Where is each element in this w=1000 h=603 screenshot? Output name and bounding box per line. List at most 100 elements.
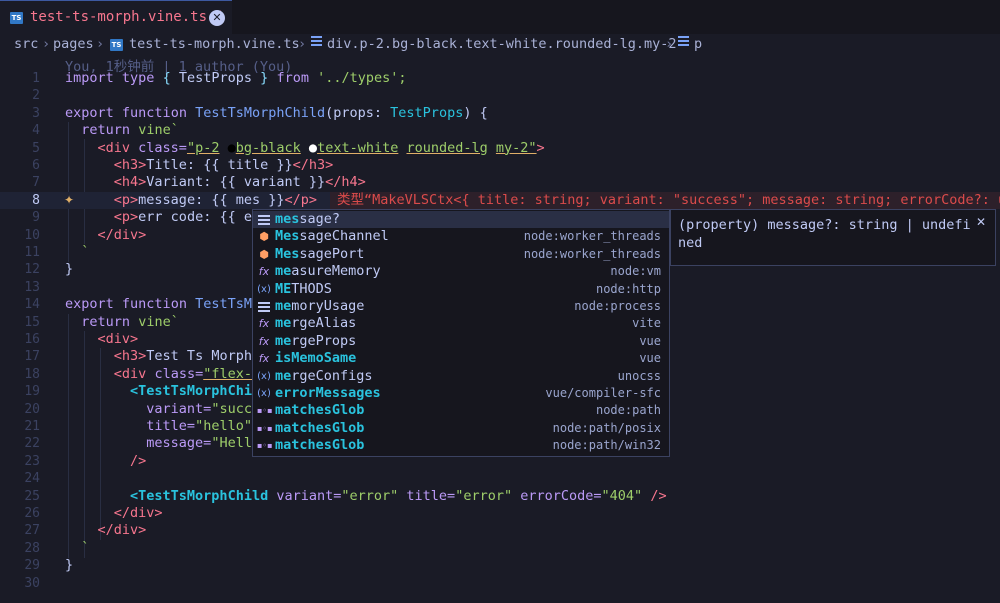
breadcrumb: src › pages › TS test-ts-morph.vine.ts ›… — [0, 35, 1000, 55]
code-text: <div class="p-2 ●bg-black ●text-white ro… — [97, 139, 545, 156]
suggestion-item[interactable]: message? — [253, 211, 669, 229]
code-text: import type { TestProps } from '../types… — [65, 70, 407, 86]
suggestion-item[interactable]: (x) errorMessages vue/compiler-sfc — [253, 385, 669, 402]
chevron-right-icon: › — [298, 36, 307, 52]
suggestion-label: measureMemory — [275, 263, 381, 280]
code-text: <h3>Title: {{ title }}</h3> — [113, 157, 334, 173]
chevron-right-icon: › — [665, 36, 674, 52]
suggestion-item[interactable]: fx isMemoSame vue — [253, 350, 669, 367]
code-line[interactable]: 28 ` — [0, 540, 1000, 557]
suggestion-source: node:path/win32 — [552, 438, 661, 453]
line-number: 14 — [24, 297, 40, 313]
line-number: 13 — [24, 279, 40, 295]
breadcrumb-div[interactable]: div.p-2.bg-black.text-white.rounded-lg.m… — [327, 36, 677, 52]
code-line[interactable]: 1 import type { TestProps } from '../typ… — [0, 70, 1000, 87]
code-line[interactable]: 3 export function TestTsMorphChild(props… — [0, 105, 1000, 122]
line-number: 3 — [32, 105, 40, 121]
suggestion-item[interactable]: ▪◦▪ matchesGlob node:path/win32 — [253, 437, 669, 454]
typescript-file-icon: TS — [10, 12, 23, 24]
line-number: 30 — [24, 575, 40, 591]
suggestion-item[interactable]: fx measureMemory node:vm — [253, 263, 669, 280]
suggestion-item[interactable]: ⬢ MessageChannel node:worker_threads — [253, 228, 669, 245]
close-icon[interactable]: ✕ — [976, 216, 988, 228]
suggestion-source: node:worker_threads — [523, 246, 661, 261]
line-number: 5 — [32, 140, 40, 156]
breadcrumb-file[interactable]: test-ts-morph.vine.ts — [129, 36, 300, 52]
code-text: <p>err code: {{ er — [113, 209, 261, 226]
suggestion-label: mergeProps — [275, 332, 357, 349]
code-text: } — [65, 261, 74, 278]
line-number: 11 — [24, 245, 40, 260]
breadcrumb-pages[interactable]: pages — [53, 36, 94, 52]
line-number: 15 — [24, 314, 40, 330]
code-text: </div> — [97, 522, 147, 539]
suggestion-item[interactable]: fx mergeAlias vite — [253, 315, 669, 332]
line-number: 23 — [24, 453, 40, 469]
code-line[interactable]: 7 <h4>Variant: {{ variant }}</h4> — [0, 174, 1000, 191]
lightbulb-icon[interactable]: ✦ — [64, 193, 74, 207]
line-number: 21 — [24, 419, 40, 434]
suggestion-item[interactable]: ▪◦▪ matchesGlob node:path — [253, 402, 669, 419]
code-line[interactable]: 24 — [0, 470, 1000, 487]
code-text: variant="succe — [146, 400, 261, 417]
suggestion-source: vue/compiler-sfc — [545, 386, 661, 400]
line-number: 26 — [24, 506, 40, 521]
suggestion-label: MessageChannel — [275, 228, 389, 245]
code-text: <p>message: {{ mes }}</p> — [113, 191, 317, 208]
code-text: ` — [81, 539, 90, 556]
symbol-field-icon — [678, 36, 689, 47]
suggestion-label: matchesGlob — [275, 402, 365, 419]
suggestion-source: node:vm — [610, 264, 661, 279]
code-line[interactable]: 29 } — [0, 557, 1000, 574]
code-text: export function TestTsMo — [65, 296, 261, 313]
suggestion-item[interactable]: memoryUsage node:process — [253, 298, 669, 315]
code-text: return vine` — [81, 122, 179, 139]
suggestion-source: node:http — [595, 281, 661, 296]
suggestion-source: unocss — [617, 368, 661, 383]
suggestion-item[interactable]: ▪◦▪ matchesGlob node:path/posix — [253, 420, 669, 437]
code-line[interactable]: 26 </div> — [0, 505, 1000, 522]
line-number: 1 — [32, 71, 40, 86]
code-line[interactable]: 4 return vine` — [0, 122, 1000, 139]
code-line[interactable]: 30 — [0, 575, 1000, 592]
line-number: 8 — [32, 192, 40, 208]
code-text: <h3>Test Ts Morph< — [113, 348, 261, 365]
code-text: return vine` — [81, 313, 179, 330]
suggestion-item[interactable]: (x) METHODS node:http — [253, 281, 669, 298]
code-line[interactable]: 6 <h3>Title: {{ title }}</h3> — [0, 157, 1000, 174]
function-icon: fx — [258, 352, 270, 366]
line-number: 10 — [24, 227, 40, 243]
suggestion-item[interactable]: (x) mergeConfigs unocss — [253, 368, 669, 385]
line-number: 19 — [24, 384, 40, 400]
line-number: 12 — [24, 262, 40, 278]
suggestion-source: vue — [639, 351, 661, 366]
suggestion-source: vite — [632, 316, 661, 331]
suggestion-label: mergeConfigs — [275, 367, 373, 384]
property-icon — [257, 300, 271, 314]
suggestion-source: node:process — [574, 299, 661, 313]
line-number: 2 — [32, 88, 40, 104]
code-line[interactable]: 25 <TestTsMorphChild variant="error" tit… — [0, 488, 1000, 505]
breadcrumb-p[interactable]: p — [694, 36, 702, 52]
editor-tab[interactable]: TS test-ts-morph.vine.ts 1 ✕ — [0, 0, 232, 34]
suggestion-item[interactable]: ⬢ MessagePort node:worker_threads — [253, 246, 669, 263]
code-line[interactable]: 5 <div class="p-2 ●bg-black ●text-white … — [0, 140, 1000, 157]
code-text: } — [65, 557, 74, 574]
line-number: 16 — [24, 332, 40, 347]
suggestion-label: memoryUsage — [275, 298, 365, 314]
breadcrumb-src[interactable]: src — [14, 36, 38, 52]
suggestion-source: node:path — [595, 403, 661, 418]
suggestion-label: matchesGlob — [275, 437, 365, 454]
close-icon[interactable]: ✕ — [209, 10, 225, 26]
function-icon: fx — [258, 317, 270, 331]
suggestion-item[interactable]: fx mergeProps vue — [253, 333, 669, 350]
function-icon: fx — [258, 334, 270, 348]
code-line[interactable]: 2 — [0, 87, 1000, 104]
line-number: 28 — [24, 540, 40, 556]
property-icon — [257, 213, 271, 227]
code-line-current[interactable]: 8 <p>message: {{ mes }}</p> ✦ 类型“MakeVLS… — [0, 191, 1000, 210]
code-text: <div> — [97, 331, 139, 347]
code-line[interactable]: 27 </div> — [0, 522, 1000, 539]
suggestion-source: node:path/posix — [552, 420, 661, 435]
module-icon: ▪◦▪ — [257, 406, 273, 416]
